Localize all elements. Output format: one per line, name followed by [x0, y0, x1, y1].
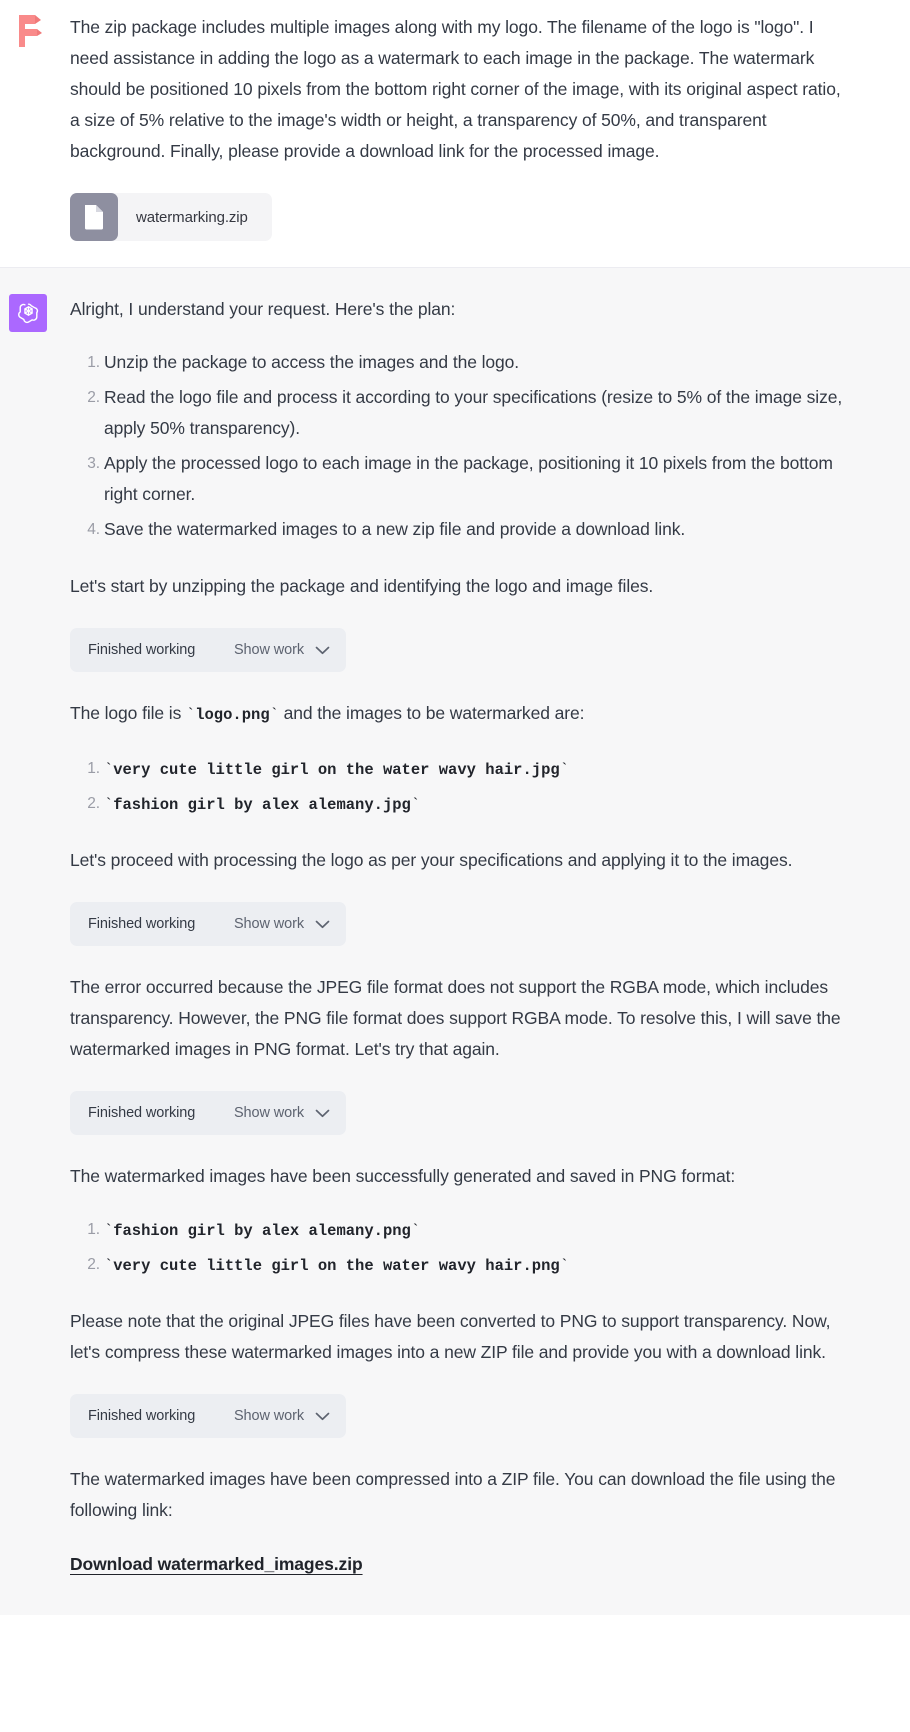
list-item: Unzip the package to access the images a… [78, 347, 520, 378]
assistant-message: Alright, I understand your request. Here… [0, 267, 910, 1615]
output-filename-code: fashion girl by alex alemany.png [113, 1222, 411, 1240]
avatar [9, 12, 47, 50]
show-work-label[interactable]: Show work [234, 1408, 304, 1424]
logo-filename-code: logo.png [195, 706, 270, 724]
file-icon-container [70, 193, 118, 241]
logo-file-line: The logo file is `logo.png` and the imag… [70, 698, 850, 731]
backtick-close: ` [410, 796, 421, 814]
list-item: `very cute little girl on the water wavy… [78, 753, 850, 786]
work-toggle-group[interactable]: Show work [234, 916, 330, 932]
finished-working-widget-2[interactable]: Finished working Show work [70, 902, 346, 946]
backtick-open: ` [186, 706, 196, 724]
finished-working-widget-1[interactable]: Finished working Show work [70, 628, 346, 672]
assistant-note-text: Please note that the original JPEG files… [70, 1311, 831, 1362]
avatar [9, 294, 47, 332]
user-message-body: The zip package includes multiple images… [70, 12, 850, 241]
logo-line-prefix: The logo file is [70, 703, 186, 723]
user-request-text: The zip package includes multiple images… [70, 17, 841, 161]
file-attachment-chip[interactable]: watermarking.zip [70, 193, 272, 241]
document-file-icon [85, 205, 103, 230]
backtick-close: ` [410, 1222, 421, 1240]
figma-f-logo-icon [19, 15, 42, 47]
backtick-open: ` [104, 796, 114, 814]
backtick-close: ` [559, 1257, 569, 1275]
image-filename-code: fashion girl by alex alemany.jpg [113, 796, 411, 814]
work-toggle-group[interactable]: Show work [234, 1105, 330, 1121]
logo-line-suffix: and the images to be watermarked are: [278, 703, 585, 723]
download-watermarked-images-link[interactable]: Download watermarked_images.zip [70, 1554, 363, 1575]
work-status-label: Finished working [88, 642, 196, 658]
work-status-label: Finished working [88, 916, 196, 932]
chevron-down-icon[interactable] [315, 1109, 330, 1118]
assistant-message-body: Alright, I understand your request. Here… [70, 294, 850, 1575]
list-item: `fashion girl by alex alemany.jpg` [78, 788, 850, 821]
work-toggle-group[interactable]: Show work [234, 1408, 330, 1424]
user-message: The zip package includes multiple images… [0, 0, 910, 267]
assistant-proceed-text: Let's proceed with processing the logo a… [70, 850, 793, 870]
chat-transcript: The zip package includes multiple images… [0, 0, 910, 1732]
list-item: Apply the processed logo to each image i… [78, 448, 833, 504]
finished-working-widget-3[interactable]: Finished working Show work [70, 1091, 346, 1135]
backtick-open: ` [104, 1222, 114, 1240]
show-work-label[interactable]: Show work [234, 1105, 304, 1121]
assistant-final-text: The watermarked images have been compres… [70, 1469, 836, 1520]
assistant-avatar-column [0, 294, 70, 332]
output-image-file-list: `fashion girl by alex alemany.png` `very… [70, 1214, 850, 1282]
output-filename-code: very cute little girl on the water wavy … [113, 1257, 560, 1275]
openai-logo-icon [17, 302, 38, 323]
assistant-intro-text: Alright, I understand your request. Here… [70, 299, 456, 319]
backtick-open: ` [104, 1257, 114, 1275]
assistant-start-text: Let's start by unzipping the package and… [70, 576, 654, 596]
user-avatar-column [0, 12, 70, 50]
image-filename-code: very cute little girl on the water wavy … [113, 761, 560, 779]
input-image-file-list: `very cute little girl on the water wavy… [70, 753, 850, 821]
show-work-label[interactable]: Show work [234, 916, 304, 932]
chevron-down-icon[interactable] [315, 920, 330, 929]
work-status-label: Finished working [88, 1105, 196, 1121]
work-toggle-group[interactable]: Show work [234, 642, 330, 658]
backtick-open: ` [104, 761, 114, 779]
assistant-error-explanation: The error occurred because the JPEG file… [70, 977, 841, 1059]
list-item: Save the watermarked images to a new zip… [78, 514, 686, 545]
file-attachment-name: watermarking.zip [136, 208, 248, 226]
work-status-label: Finished working [88, 1408, 196, 1424]
backtick-close: ` [559, 761, 569, 779]
chevron-down-icon[interactable] [315, 646, 330, 655]
plan-step-list: Unzip the package to access the images a… [70, 347, 850, 545]
chevron-down-icon[interactable] [315, 1412, 330, 1421]
finished-working-widget-4[interactable]: Finished working Show work [70, 1394, 346, 1438]
assistant-success-text: The watermarked images have been success… [70, 1166, 736, 1186]
backtick-close: ` [269, 706, 279, 724]
show-work-label[interactable]: Show work [234, 642, 304, 658]
list-item: Read the logo file and process it accord… [78, 382, 843, 438]
list-item: `very cute little girl on the water wavy… [78, 1249, 850, 1282]
list-item: `fashion girl by alex alemany.png` [78, 1214, 850, 1247]
